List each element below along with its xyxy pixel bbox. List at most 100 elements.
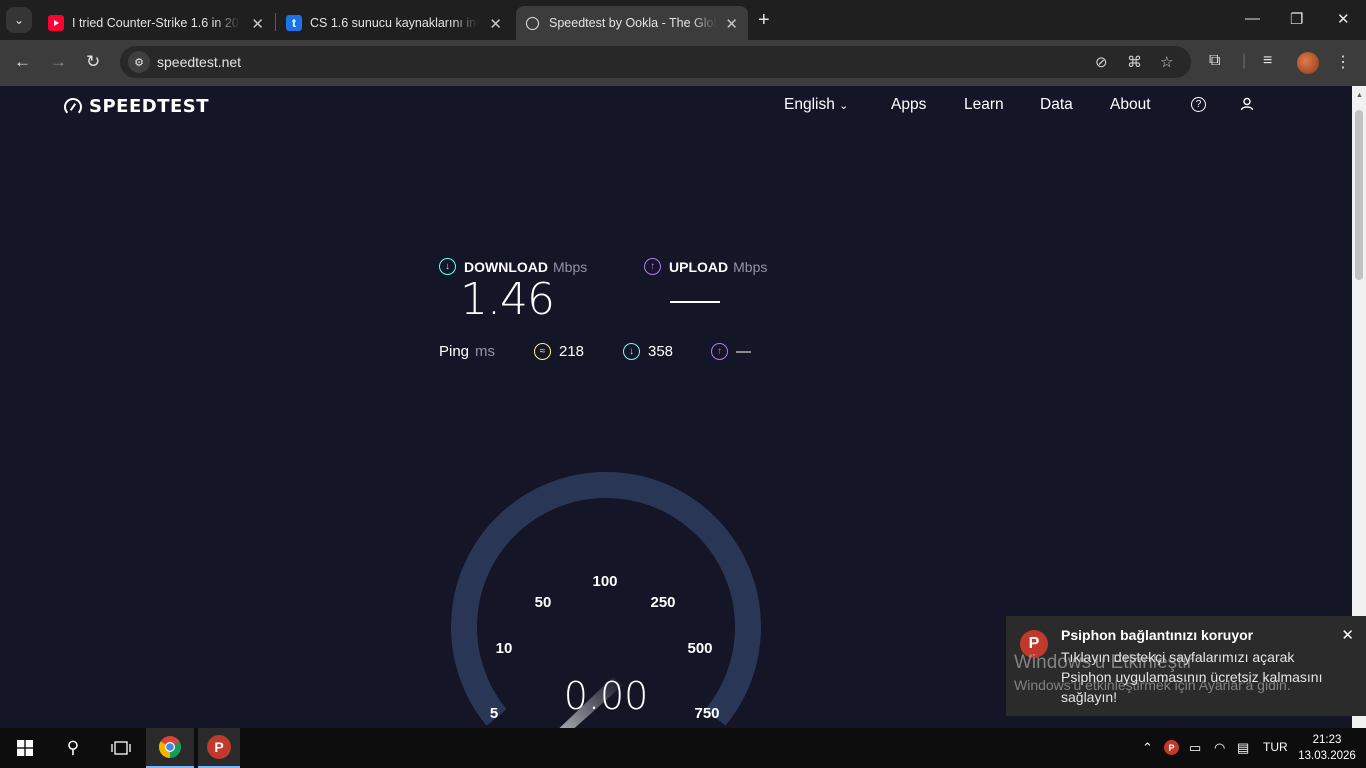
wifi-icon[interactable]: ◠ xyxy=(1214,740,1225,756)
battery-icon[interactable]: ▭ xyxy=(1189,740,1201,756)
translate-icon[interactable]: ⌘ xyxy=(1127,53,1142,71)
ping-upload: ↑ — xyxy=(711,343,751,360)
psiphon-taskbar-button[interactable]: P xyxy=(198,728,240,768)
nav-about[interactable]: About xyxy=(1110,96,1151,114)
chevron-down-icon: ⌄ xyxy=(13,13,25,27)
close-icon[interactable]: ✕ xyxy=(251,15,264,33)
logo-text: SPEEDTEST xyxy=(89,96,210,117)
chevron-down-icon: ⌄ xyxy=(839,100,849,112)
gauge-tick-50: 50 xyxy=(535,594,552,611)
language-label: English xyxy=(784,96,835,113)
browser-toolbar: ← → ↻ ⚙ speedtest.net ⊘ ⌘ ☆ ⧉ | ≡ ⋮ xyxy=(0,40,1366,86)
clock-date: 13.03.2026 xyxy=(1298,750,1356,762)
ping-idle-value: 218 xyxy=(559,343,585,360)
windows-taskbar: ⚲ P ⌃ P ▭ ◠ ▤ TUR 21:23 13.03.2026 xyxy=(0,728,1366,768)
show-hidden-icons-icon[interactable]: ⌃ xyxy=(1142,740,1153,756)
scroll-up-icon[interactable]: ▲ xyxy=(1356,92,1363,99)
tab-speedtest[interactable]: Speedtest by Ookla - The Global Broadban… xyxy=(516,6,748,40)
speedtest-logo-icon xyxy=(64,97,82,116)
language-selector[interactable]: English ⌄ xyxy=(784,96,848,114)
psiphon-tray-icon[interactable]: P xyxy=(1164,740,1179,755)
upload-unit: Mbps xyxy=(733,258,768,275)
ping-title: Ping xyxy=(439,343,470,360)
task-view-icon[interactable] xyxy=(104,728,138,768)
ping-upload-value: — xyxy=(736,343,751,360)
close-icon[interactable]: ✕ xyxy=(1341,626,1354,644)
chat-icon[interactable]: ▤ xyxy=(1237,740,1249,756)
menu-icon[interactable]: ⋮ xyxy=(1335,52,1351,72)
download-title: DOWNLOAD xyxy=(464,258,548,275)
profile-avatar[interactable] xyxy=(1297,52,1319,74)
gauge-tick-250: 250 xyxy=(650,594,675,611)
activation-watermark-title: Windows'u Etkinleştir xyxy=(1014,652,1193,673)
site-info-icon[interactable]: ⚙ xyxy=(128,51,150,73)
gauge-tick-100: 100 xyxy=(592,573,617,590)
system-clock[interactable]: 21:23 13.03.2026 xyxy=(1296,732,1358,764)
upload-latency-icon: ↑ xyxy=(711,343,728,360)
restore-icon[interactable]: ❐ xyxy=(1290,10,1303,28)
current-speed: 0.00 xyxy=(563,674,649,718)
chrome-taskbar-button[interactable] xyxy=(146,728,194,768)
close-icon[interactable]: ✕ xyxy=(489,15,502,33)
clock-time: 21:23 xyxy=(1312,734,1342,746)
tab-title: Speedtest by Ookla - The Global Broadban… xyxy=(549,16,717,30)
minimize-icon[interactable]: — xyxy=(1245,10,1260,27)
ping-unit: ms xyxy=(475,343,496,360)
tab-youtube[interactable]: I tried Counter-Strike 1.6 in 2026 ✕ xyxy=(38,6,274,40)
gauge-tick-10: 10 xyxy=(496,640,513,657)
gauge-tick-750: 750 xyxy=(694,705,719,722)
close-icon[interactable]: ✕ xyxy=(725,15,738,33)
start-button[interactable] xyxy=(8,728,42,768)
ping-idle: ≈ 218 xyxy=(534,343,584,360)
upload-value-placeholder xyxy=(670,301,720,303)
download-label: ↓ DOWNLOAD Mbps xyxy=(439,258,587,275)
windows-icon xyxy=(17,740,33,756)
idle-latency-icon: ≈ xyxy=(534,343,551,360)
toolbar-divider: | xyxy=(1242,52,1247,69)
speedtest-icon xyxy=(526,16,539,30)
window-close-icon[interactable]: ✕ xyxy=(1337,10,1350,28)
tab-title: I tried Counter-Strike 1.6 in 2026 xyxy=(72,16,240,30)
youtube-icon xyxy=(48,15,64,31)
gauge-tick-5: 5 xyxy=(490,705,498,722)
new-tab-button[interactable]: + xyxy=(758,9,770,32)
forward-button[interactable]: → xyxy=(50,52,67,72)
back-button[interactable]: ← xyxy=(14,52,31,72)
scrollbar-thumb[interactable] xyxy=(1355,110,1363,280)
search-icon[interactable]: ⚲ xyxy=(56,728,90,768)
t-icon: t xyxy=(286,15,302,31)
tracking-protection-icon[interactable]: ⊘ xyxy=(1095,53,1108,71)
ping-download: ↓ 358 xyxy=(623,343,673,360)
tab-search-button[interactable]: ⌄ xyxy=(6,7,32,33)
upload-arrow-icon: ↑ xyxy=(644,258,661,275)
psiphon-notification[interactable]: P Psiphon bağlantınızı koruyor Tıklayın … xyxy=(1006,616,1366,716)
upload-label: ↑ UPLOAD Mbps xyxy=(644,258,767,275)
tab-title: CS 1.6 sunucu kaynaklarını indir xyxy=(310,16,478,30)
input-language[interactable]: TUR xyxy=(1263,740,1288,754)
nav-data[interactable]: Data xyxy=(1040,96,1073,114)
nav-learn[interactable]: Learn xyxy=(964,96,1004,114)
gauge-tick-500: 500 xyxy=(687,640,712,657)
nav-apps[interactable]: Apps xyxy=(891,96,926,114)
speedtest-logo[interactable]: SPEEDTEST xyxy=(64,96,209,117)
download-value: 1.46 xyxy=(460,274,555,325)
notification-title: Psiphon bağlantınızı koruyor xyxy=(1061,627,1254,643)
tab-strip: ⌄ I tried Counter-Strike 1.6 in 2026 ✕ t… xyxy=(0,0,1366,40)
reload-button[interactable]: ↻ xyxy=(86,52,100,72)
url-text: speedtest.net xyxy=(157,54,242,70)
help-icon[interactable]: ? xyxy=(1191,97,1206,112)
ping-download-value: 358 xyxy=(648,343,674,360)
address-bar[interactable]: ⚙ speedtest.net ⊘ ⌘ ☆ xyxy=(120,46,1191,78)
bookmark-star-icon[interactable]: ☆ xyxy=(1160,53,1173,71)
user-icon[interactable] xyxy=(1240,97,1254,115)
media-control-icon[interactable]: ≡ xyxy=(1263,52,1272,70)
download-latency-icon: ↓ xyxy=(623,343,640,360)
download-arrow-icon: ↓ xyxy=(439,258,456,275)
extensions-icon[interactable]: ⧉ xyxy=(1209,52,1220,70)
tab-cs-sunucu[interactable]: t CS 1.6 sunucu kaynaklarını indir ✕ xyxy=(276,6,512,40)
ping-label: Ping ms xyxy=(439,343,495,360)
download-unit: Mbps xyxy=(553,258,588,275)
chrome-icon xyxy=(159,736,181,758)
psiphon-icon: P xyxy=(207,735,231,759)
upload-title: UPLOAD xyxy=(669,258,729,275)
